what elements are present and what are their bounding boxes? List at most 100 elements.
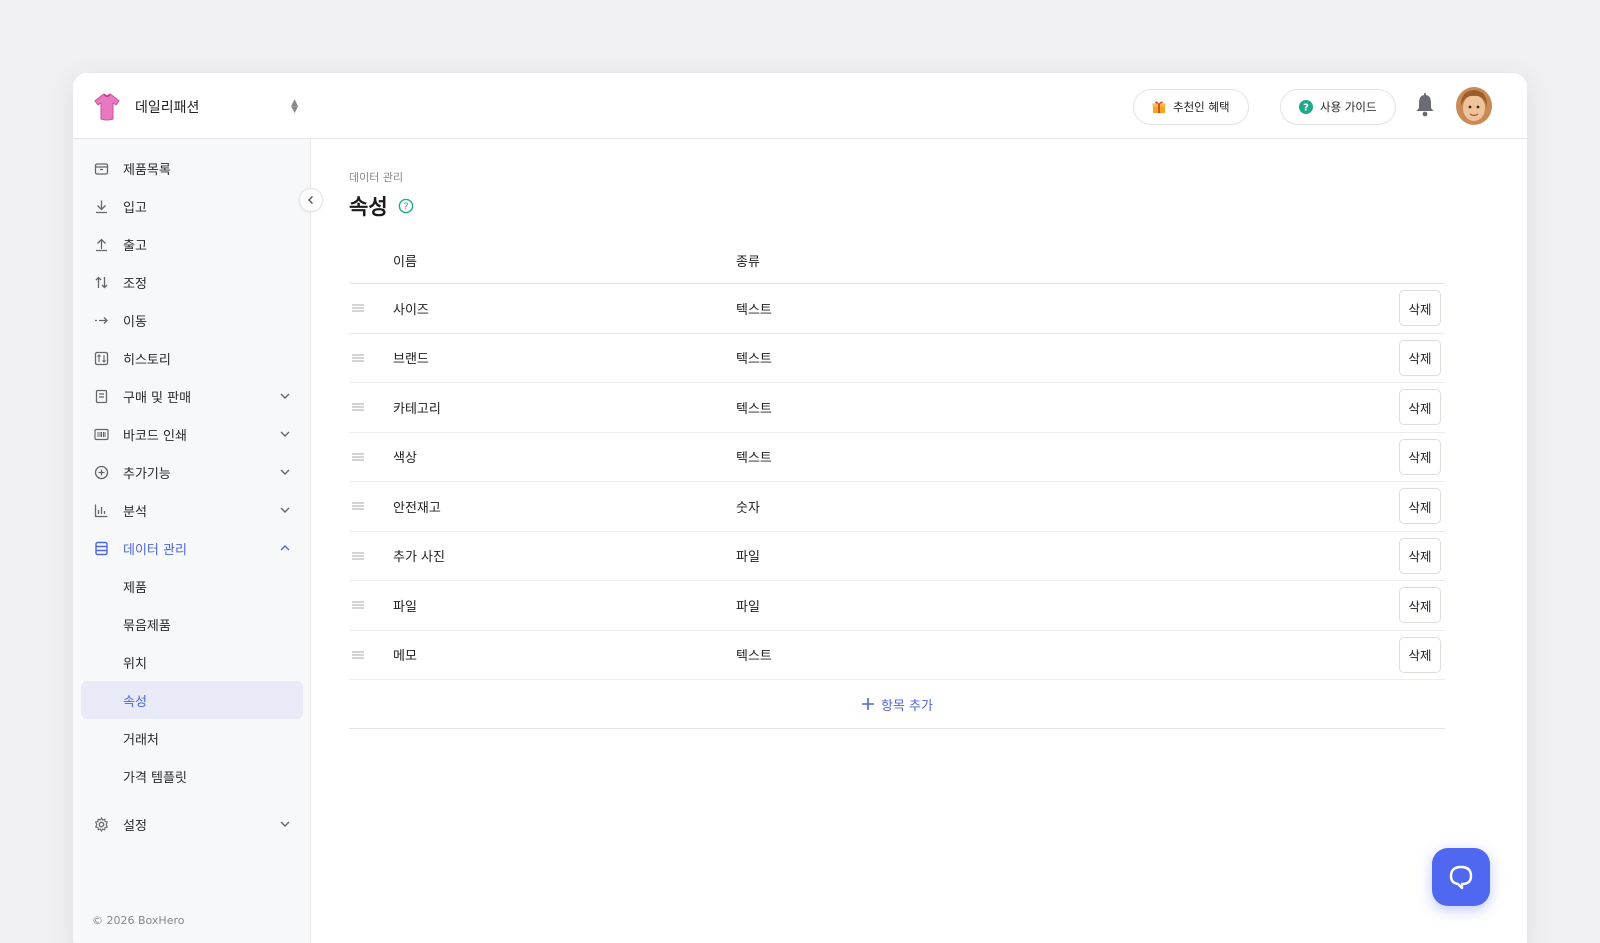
title-row: 속성 ? <box>349 191 1445 221</box>
download-icon <box>93 198 109 214</box>
sidebar-item-label: 분석 <box>123 504 147 520</box>
header-name: 이름 <box>393 254 417 270</box>
table-body: 사이즈 텍스트 삭제 브랜드 텍스트 삭제 카테고리 텍스트 삭제 색상 텍스트 삭제 안전재고 숫자 삭제… <box>349 284 1445 680</box>
sidebar-item-analytics[interactable]: 분석 <box>81 491 303 529</box>
sidebar-item-stock-in[interactable]: 입고 <box>81 187 303 225</box>
sidebar-item-label: 데이터 관리 <box>123 542 187 558</box>
workspace-name: 데일리패션 <box>135 100 200 116</box>
avatar[interactable] <box>1456 87 1492 125</box>
drag-handle-icon[interactable] <box>349 601 393 609</box>
sidebar-subitem-bundle[interactable]: 묶음제품 <box>81 605 303 643</box>
row-actions: 삭제 <box>1355 636 1445 673</box>
delete-button[interactable]: 삭제 <box>1399 438 1441 475</box>
sidebar-item-move[interactable]: 이동 <box>81 301 303 339</box>
sidebar-item-label: 히스토리 <box>123 352 171 368</box>
sidebar-subitem-partners[interactable]: 거래처 <box>81 719 303 757</box>
attribute-type: 텍스트 <box>736 401 772 417</box>
question-circle-icon: ? <box>1299 100 1313 114</box>
drag-handle-icon[interactable] <box>349 453 393 461</box>
attribute-type: 텍스트 <box>736 451 772 467</box>
sidebar-subitem-label: 거래처 <box>123 732 159 748</box>
sidebar-item-addons[interactable]: 추가기능 <box>81 453 303 491</box>
table-row: 사이즈 텍스트 삭제 <box>349 284 1445 334</box>
delete-button[interactable]: 삭제 <box>1399 488 1441 525</box>
sidebar-subitem-location[interactable]: 위치 <box>81 643 303 681</box>
referral-label: 추천인 혜택 <box>1173 100 1230 114</box>
tshirt-icon <box>94 93 120 121</box>
gift-icon <box>1152 100 1166 114</box>
copyright: © 2026 BoxHero <box>92 914 185 927</box>
table-row: 색상 텍스트 삭제 <box>349 433 1445 482</box>
delete-button[interactable]: 삭제 <box>1399 389 1441 426</box>
sidebar-item-products[interactable]: 제품목록 <box>81 149 303 187</box>
sidebar-item-stock-out[interactable]: 출고 <box>81 225 303 263</box>
plus-circle-icon <box>93 464 109 480</box>
updown-icon: ▲ ▼ <box>291 98 298 115</box>
add-item-button[interactable]: 항목 추가 <box>349 680 1445 729</box>
drag-handle-icon[interactable] <box>349 354 393 362</box>
sidebar-subitem-product[interactable]: 제품 <box>81 567 303 605</box>
drag-handle-icon[interactable] <box>349 403 393 411</box>
attribute-type: 텍스트 <box>736 649 772 665</box>
attributes-table: 이름 종류 사이즈 텍스트 삭제 브랜드 텍스트 삭제 카테고리 텍스트 삭제 색상 텍스트 삭제 안전… <box>349 237 1445 729</box>
table-row: 브랜드 텍스트 삭제 <box>349 334 1445 383</box>
table-row: 메모 텍스트 삭제 <box>349 631 1445 680</box>
sidebar-item-adjust[interactable]: 조정 <box>81 263 303 301</box>
attribute-name: 카테고리 <box>393 401 441 417</box>
top-bar: 데일리패션 ▲ ▼ 추천인 혜택 ? 사용 가이드 <box>73 73 1527 139</box>
table-row: 카테고리 텍스트 삭제 <box>349 383 1445 433</box>
drag-handle-icon[interactable] <box>349 651 393 659</box>
chat-button[interactable] <box>1432 848 1490 906</box>
chevron-down-icon <box>280 507 290 513</box>
guide-button[interactable]: ? 사용 가이드 <box>1280 89 1396 125</box>
attribute-name: 메모 <box>393 649 417 665</box>
history-icon <box>93 350 109 366</box>
attribute-type: 텍스트 <box>736 352 772 368</box>
chevron-down-icon <box>280 431 290 437</box>
delete-button[interactable]: 삭제 <box>1399 290 1441 327</box>
chevron-left-icon <box>308 196 313 204</box>
header-type: 종류 <box>736 254 760 270</box>
attribute-type: 텍스트 <box>736 302 772 318</box>
sidebar-subitem-label: 제품 <box>123 580 147 596</box>
attribute-name: 사이즈 <box>393 302 429 318</box>
help-icon[interactable]: ? <box>398 198 414 214</box>
breadcrumb[interactable]: 데이터 관리 <box>349 169 1445 185</box>
sidebar-item-settings[interactable]: 설정 <box>81 805 303 843</box>
add-item-label: 항목 추가 <box>881 698 933 714</box>
workspace-switcher[interactable]: 데일리패션 ▲ ▼ <box>93 91 298 123</box>
sidebar-subitem-label: 묶음제품 <box>123 618 171 634</box>
sidebar-item-data-management[interactable]: 데이터 관리 <box>81 529 303 567</box>
drag-handle-icon[interactable] <box>349 304 393 312</box>
bell-icon[interactable] <box>1413 92 1437 118</box>
delete-button[interactable]: 삭제 <box>1399 636 1441 673</box>
drag-handle-icon[interactable] <box>349 502 393 510</box>
drag-handle-icon[interactable] <box>349 552 393 560</box>
sidebar-item-label: 입고 <box>123 200 147 216</box>
chevron-up-icon <box>280 545 290 551</box>
delete-button[interactable]: 삭제 <box>1399 537 1441 574</box>
delete-button[interactable]: 삭제 <box>1399 339 1441 376</box>
row-actions: 삭제 <box>1355 389 1445 426</box>
plus-icon <box>861 697 875 711</box>
page-title: 속성 <box>349 195 388 219</box>
sidebar-item-history[interactable]: 히스토리 <box>81 339 303 377</box>
row-actions: 삭제 <box>1355 537 1445 574</box>
sidebar-item-barcode[interactable]: 바코드 인쇄 <box>81 415 303 453</box>
sidebar-item-purchase-sales[interactable]: 구매 및 판매 <box>81 377 303 415</box>
gear-icon <box>93 816 109 832</box>
sidebar-collapse-button[interactable] <box>299 188 323 212</box>
move-icon <box>93 312 109 328</box>
upload-icon <box>93 236 109 252</box>
sidebar-item-label: 추가기능 <box>123 466 171 482</box>
sidebar-item-label: 출고 <box>123 238 147 254</box>
sidebar-item-label: 바코드 인쇄 <box>123 428 187 444</box>
sidebar: 제품목록 입고 출고 조정 이동 히스토리 구매 및 판매 바코드 인쇄 추가기… <box>73 139 311 943</box>
sidebar-subitem-attributes[interactable]: 속성 <box>81 681 303 719</box>
database-icon <box>93 540 109 556</box>
svg-text:?: ? <box>403 202 408 213</box>
referral-button[interactable]: 추천인 혜택 <box>1133 89 1249 125</box>
sidebar-subitem-price-template[interactable]: 가격 템플릿 <box>81 757 303 795</box>
delete-button[interactable]: 삭제 <box>1399 587 1441 624</box>
row-actions: 삭제 <box>1355 438 1445 475</box>
